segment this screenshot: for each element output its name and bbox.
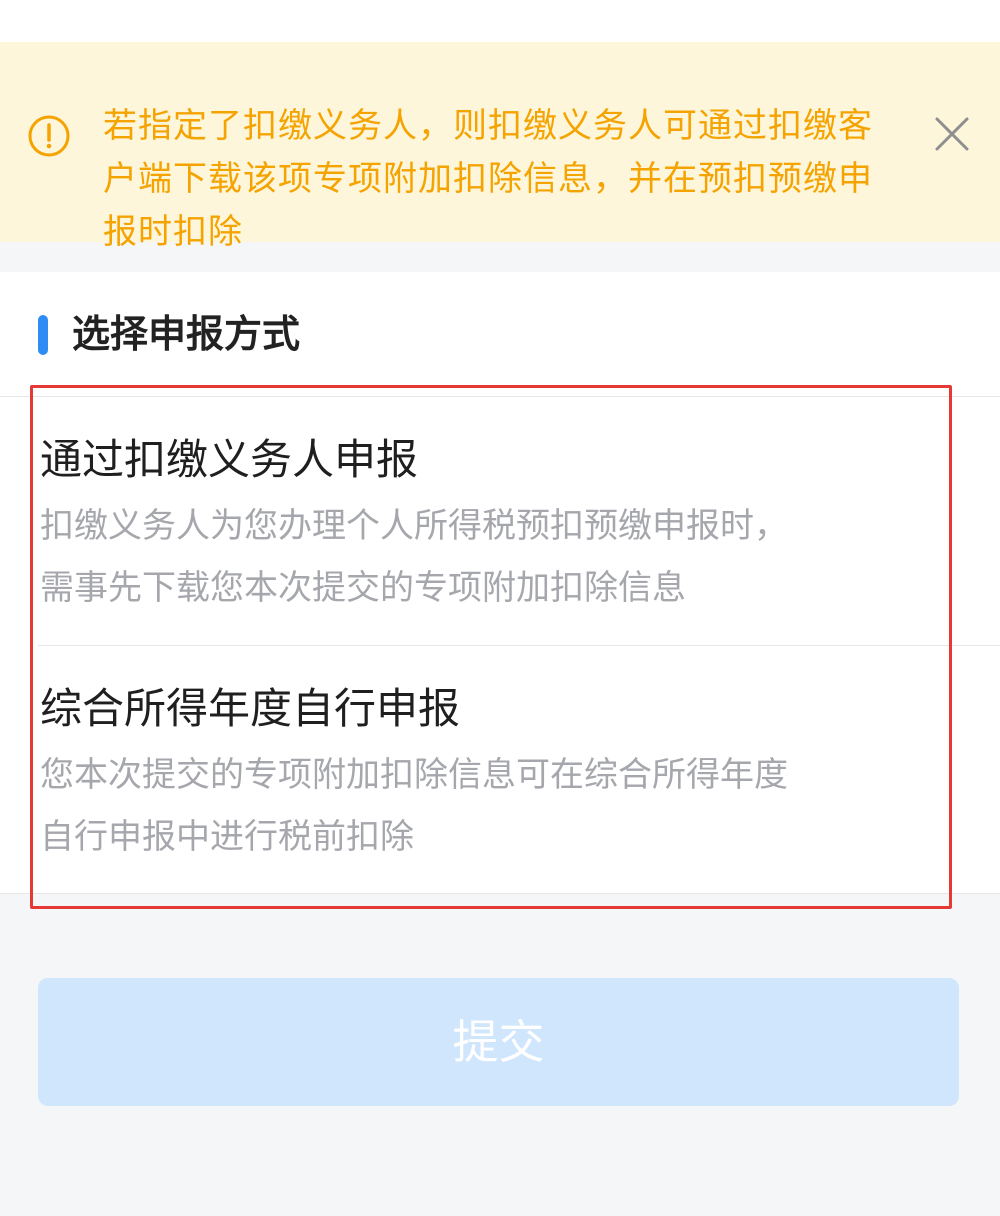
option-description: 您本次提交的专项附加扣除信息可在综合所得年度自行申报中进行税前扣除 bbox=[40, 755, 788, 857]
section-accent-bar bbox=[38, 315, 48, 355]
section-title: 选择申报方式 bbox=[72, 312, 301, 356]
close-icon[interactable] bbox=[930, 112, 974, 156]
exclamation-circle-icon bbox=[28, 115, 70, 157]
option-withholding-agent[interactable]: 通过扣缴义务人申报 扣缴义务人为您办理个人所得税预扣预缴申报时，需事先下载您本次… bbox=[0, 397, 1000, 645]
notice-banner: 若指定了扣缴义务人，则扣缴义务人可通过扣缴客户端下载该项专项附加扣除信息，并在预… bbox=[0, 42, 1000, 252]
option-title: 综合所得年度自行申报 bbox=[40, 684, 461, 733]
top-spacer bbox=[0, 0, 1000, 42]
submit-button[interactable]: 提交 bbox=[38, 978, 959, 1106]
notice-text: 若指定了扣缴义务人，则扣缴义务人可通过扣缴客户端下载该项专项附加扣除信息，并在预… bbox=[103, 106, 873, 252]
option-title: 通过扣缴义务人申报 bbox=[40, 435, 419, 484]
divider bbox=[0, 893, 1000, 894]
option-description: 扣缴义务人为您办理个人所得税预扣预缴申报时，需事先下载您本次提交的专项附加扣除信… bbox=[40, 506, 788, 608]
option-annual-self-declaration[interactable]: 综合所得年度自行申报 您本次提交的专项附加扣除信息可在综合所得年度自行申报中进行… bbox=[0, 646, 1000, 894]
